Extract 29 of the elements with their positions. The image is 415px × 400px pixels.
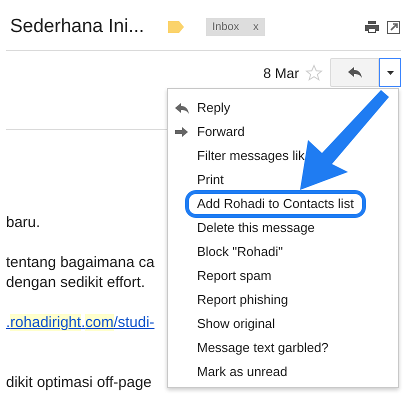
star-icon[interactable] [305, 64, 323, 82]
email-subject: Sederhana Ini... [10, 16, 144, 38]
menu-item[interactable]: Show original [168, 312, 398, 336]
remove-label-button[interactable]: x [253, 21, 259, 33]
menu-item[interactable]: Print [168, 168, 398, 192]
reply-button[interactable] [330, 58, 379, 87]
message-text: dengan sedikit effort. [6, 273, 145, 293]
menu-item[interactable]: Block "Rohadi" [168, 240, 398, 264]
message-text: baru. [6, 213, 40, 233]
forward-icon [175, 127, 188, 137]
reply-icon [348, 67, 362, 78]
menu-item[interactable]: Forward [168, 120, 398, 144]
caret-icon [386, 70, 394, 74]
more-button[interactable] [379, 58, 401, 87]
menu-item[interactable]: Filter messages lik [168, 144, 398, 168]
label-name: Inbox [212, 21, 240, 33]
menu-item[interactable]: Report phishing [168, 288, 398, 312]
menu-item[interactable]: Report spam [168, 264, 398, 288]
message-text: tentang bagaimana ca [6, 253, 154, 273]
message-date: 8 Mar [263, 64, 299, 80]
message-text: dikit optimasi off-page [6, 373, 152, 393]
reply-icon [175, 103, 189, 114]
print-icon[interactable] [365, 21, 379, 33]
link[interactable]: .rohadiright.com/studi- [6, 314, 154, 331]
menu-item[interactable]: Reply [168, 96, 398, 120]
menu-item[interactable]: Mark as unread [168, 360, 398, 384]
menu-item[interactable]: Message text garbled? [168, 336, 398, 360]
menu-item[interactable]: Delete this message [168, 216, 398, 240]
new-window-icon[interactable] [387, 20, 400, 34]
